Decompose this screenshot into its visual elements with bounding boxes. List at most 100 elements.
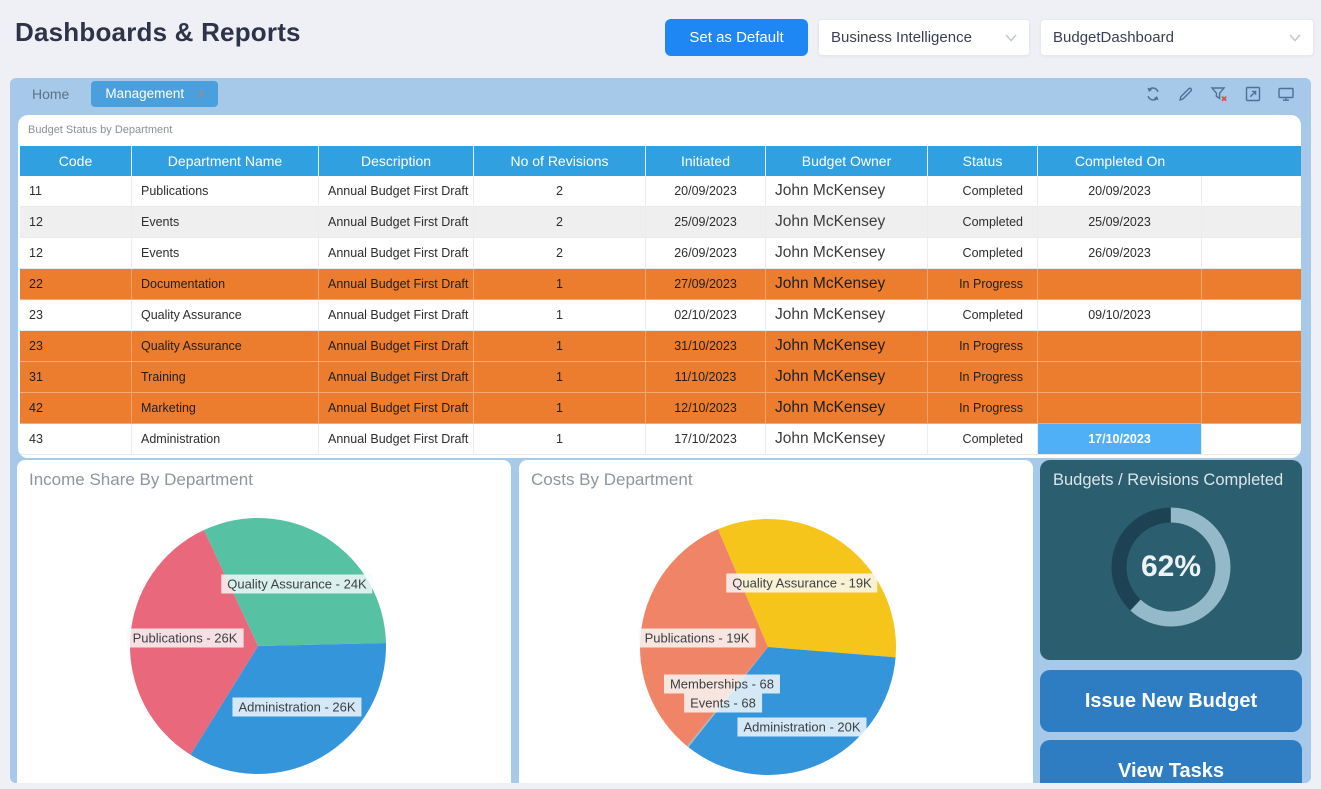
- cell-revisions[interactable]: 1: [474, 424, 646, 454]
- cell-description[interactable]: Annual Budget First Draft: [319, 269, 474, 299]
- cell-description[interactable]: Annual Budget First Draft: [319, 207, 474, 237]
- column-header-status[interactable]: Status: [928, 146, 1038, 176]
- tab-home[interactable]: Home: [32, 86, 69, 102]
- edit-icon[interactable]: [1177, 85, 1195, 103]
- cell-code[interactable]: 31: [20, 362, 132, 392]
- cell-status[interactable]: Completed: [928, 238, 1038, 268]
- cell-department[interactable]: Publications: [132, 176, 319, 206]
- cell-initiated[interactable]: 27/09/2023: [646, 269, 766, 299]
- cell-owner[interactable]: John McKensey: [766, 238, 928, 268]
- column-header-completed[interactable]: Completed On: [1038, 146, 1202, 176]
- cell-revisions[interactable]: 2: [474, 207, 646, 237]
- cell-description[interactable]: Annual Budget First Draft: [319, 300, 474, 330]
- table-row[interactable]: 31TrainingAnnual Budget First Draft111/1…: [20, 362, 1301, 393]
- cell-status[interactable]: Completed: [928, 207, 1038, 237]
- table-row[interactable]: 43AdministrationAnnual Budget First Draf…: [20, 424, 1301, 455]
- cell-completed[interactable]: [1038, 269, 1202, 299]
- cell-code[interactable]: 23: [20, 300, 132, 330]
- cell-completed[interactable]: 26/09/2023: [1038, 238, 1202, 268]
- table-row[interactable]: 23Quality AssuranceAnnual Budget First D…: [20, 331, 1301, 362]
- cell-code[interactable]: 42: [20, 393, 132, 423]
- set-as-default-button[interactable]: Set as Default: [665, 19, 808, 56]
- table-row[interactable]: 42MarketingAnnual Budget First Draft112/…: [20, 393, 1301, 424]
- cell-completed[interactable]: 09/10/2023: [1038, 300, 1202, 330]
- cell-department[interactable]: Quality Assurance: [132, 300, 319, 330]
- cell-description[interactable]: Annual Budget First Draft: [319, 393, 474, 423]
- tab-management[interactable]: Management ✕: [91, 81, 218, 107]
- cell-initiated[interactable]: 20/09/2023: [646, 176, 766, 206]
- cell-initiated[interactable]: 26/09/2023: [646, 238, 766, 268]
- column-header-revisions[interactable]: No of Revisions: [474, 146, 646, 176]
- column-header-owner[interactable]: Budget Owner: [766, 146, 928, 176]
- cell-completed[interactable]: [1038, 393, 1202, 423]
- cell-initiated[interactable]: 25/09/2023: [646, 207, 766, 237]
- cell-status[interactable]: In Progress: [928, 331, 1038, 361]
- view-tasks-button[interactable]: View Tasks: [1040, 740, 1302, 783]
- cell-department[interactable]: Marketing: [132, 393, 319, 423]
- cell-owner[interactable]: John McKensey: [766, 424, 928, 454]
- cell-revisions[interactable]: 2: [474, 238, 646, 268]
- cell-initiated[interactable]: 02/10/2023: [646, 300, 766, 330]
- cell-revisions[interactable]: 1: [474, 300, 646, 330]
- cell-code[interactable]: 12: [20, 238, 132, 268]
- cell-completed[interactable]: [1038, 331, 1202, 361]
- cell-revisions[interactable]: 1: [474, 331, 646, 361]
- cell-code[interactable]: 23: [20, 331, 132, 361]
- clear-filter-icon[interactable]: [1210, 85, 1229, 103]
- cell-status[interactable]: Completed: [928, 424, 1038, 454]
- cell-status[interactable]: Completed: [928, 300, 1038, 330]
- column-header-initiated[interactable]: Initiated: [646, 146, 766, 176]
- column-header-code[interactable]: Code: [20, 146, 132, 176]
- maximize-icon[interactable]: [1244, 85, 1262, 103]
- cell-initiated[interactable]: 31/10/2023: [646, 331, 766, 361]
- cell-code[interactable]: 43: [20, 424, 132, 454]
- cell-department[interactable]: Training: [132, 362, 319, 392]
- cell-owner[interactable]: John McKensey: [766, 300, 928, 330]
- cell-owner[interactable]: John McKensey: [766, 207, 928, 237]
- cell-completed[interactable]: [1038, 362, 1202, 392]
- table-row[interactable]: 12EventsAnnual Budget First Draft226/09/…: [20, 238, 1301, 269]
- cell-completed[interactable]: 17/10/2023: [1038, 424, 1202, 454]
- cell-completed[interactable]: 25/09/2023: [1038, 207, 1202, 237]
- cell-status[interactable]: In Progress: [928, 269, 1038, 299]
- column-header-description[interactable]: Description: [319, 146, 474, 176]
- table-row[interactable]: 23Quality AssuranceAnnual Budget First D…: [20, 300, 1301, 331]
- cell-description[interactable]: Annual Budget First Draft: [319, 238, 474, 268]
- cell-department[interactable]: Documentation: [132, 269, 319, 299]
- cell-status[interactable]: In Progress: [928, 393, 1038, 423]
- tab-close-icon[interactable]: ✕: [196, 88, 206, 100]
- cell-initiated[interactable]: 17/10/2023: [646, 424, 766, 454]
- cell-owner[interactable]: John McKensey: [766, 269, 928, 299]
- cell-owner[interactable]: John McKensey: [766, 176, 928, 206]
- present-icon[interactable]: [1277, 85, 1295, 103]
- cell-description[interactable]: Annual Budget First Draft: [319, 331, 474, 361]
- cell-revisions[interactable]: 1: [474, 393, 646, 423]
- cell-completed[interactable]: 20/09/2023: [1038, 176, 1202, 206]
- table-row[interactable]: 22DocumentationAnnual Budget First Draft…: [20, 269, 1301, 300]
- cell-revisions[interactable]: 1: [474, 362, 646, 392]
- cell-owner[interactable]: John McKensey: [766, 331, 928, 361]
- issue-new-budget-button[interactable]: Issue New Budget: [1040, 670, 1302, 732]
- category-dropdown[interactable]: Business Intelligence: [818, 19, 1030, 56]
- table-row[interactable]: 11PublicationsAnnual Budget First Draft2…: [20, 176, 1301, 207]
- cell-revisions[interactable]: 2: [474, 176, 646, 206]
- cell-department[interactable]: Events: [132, 238, 319, 268]
- cell-description[interactable]: Annual Budget First Draft: [319, 176, 474, 206]
- cell-code[interactable]: 11: [20, 176, 132, 206]
- cell-owner[interactable]: John McKensey: [766, 393, 928, 423]
- cell-owner[interactable]: John McKensey: [766, 362, 928, 392]
- cell-status[interactable]: In Progress: [928, 362, 1038, 392]
- column-header-department[interactable]: Department Name: [132, 146, 319, 176]
- table-row[interactable]: 12EventsAnnual Budget First Draft225/09/…: [20, 207, 1301, 238]
- cell-department[interactable]: Administration: [132, 424, 319, 454]
- cell-department[interactable]: Events: [132, 207, 319, 237]
- cell-status[interactable]: Completed: [928, 176, 1038, 206]
- cell-code[interactable]: 12: [20, 207, 132, 237]
- cell-initiated[interactable]: 12/10/2023: [646, 393, 766, 423]
- cell-revisions[interactable]: 1: [474, 269, 646, 299]
- cell-description[interactable]: Annual Budget First Draft: [319, 424, 474, 454]
- cell-department[interactable]: Quality Assurance: [132, 331, 319, 361]
- refresh-icon[interactable]: [1144, 85, 1162, 103]
- dashboard-dropdown[interactable]: BudgetDashboard: [1040, 19, 1314, 56]
- cell-initiated[interactable]: 11/10/2023: [646, 362, 766, 392]
